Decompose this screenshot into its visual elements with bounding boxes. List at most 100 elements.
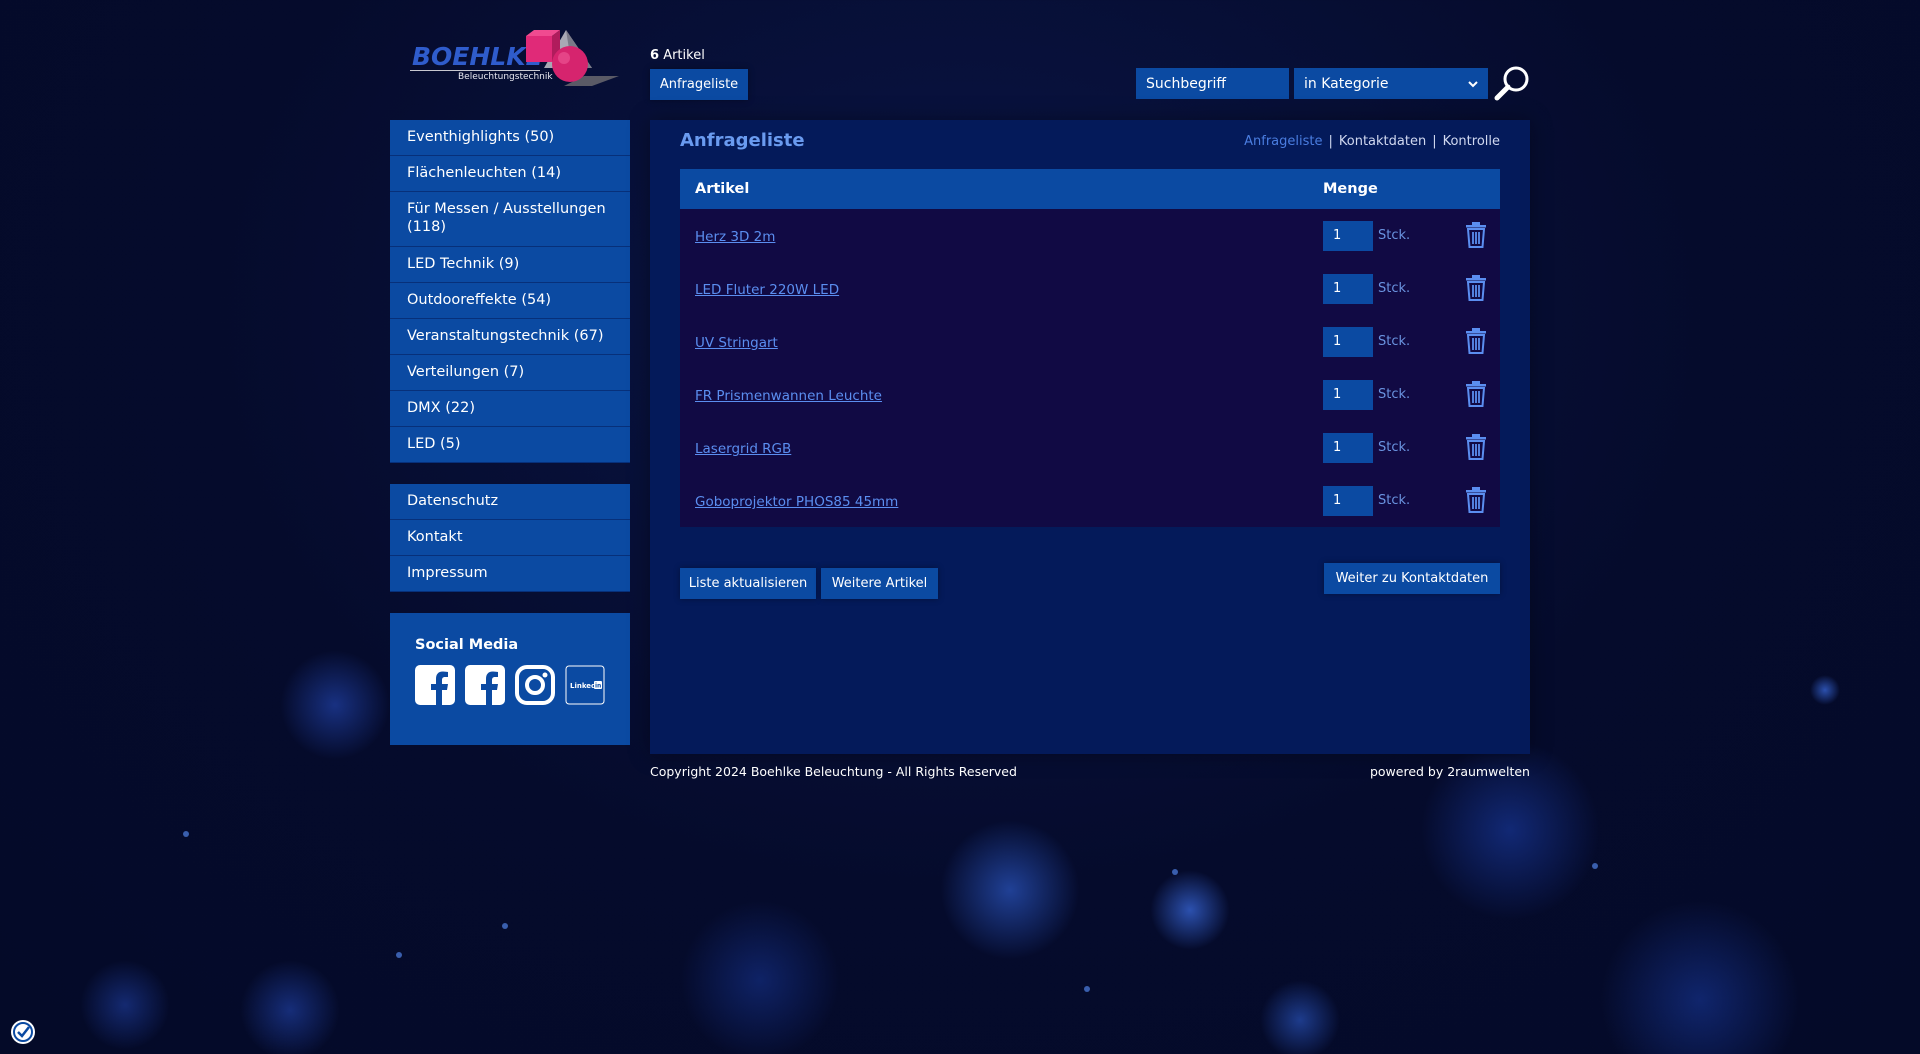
continue-to-contact-button[interactable]: Weiter zu Kontaktdaten <box>1324 563 1500 594</box>
table-row: Herz 3D 2m 1 Stck. <box>680 209 1500 262</box>
background-bokeh <box>1260 980 1340 1054</box>
article-link[interactable]: UV Stringart <box>695 335 778 351</box>
quantity-input[interactable]: 1 <box>1323 485 1373 516</box>
background-dot <box>1172 869 1178 875</box>
trash-icon[interactable] <box>1464 275 1488 301</box>
table-row: Goboprojektor PHOS85 45mm 1 Stck. <box>680 474 1500 527</box>
background-bokeh <box>1810 675 1840 705</box>
step-kontaktdaten[interactable]: Kontaktdaten <box>1339 134 1426 149</box>
step-kontrolle[interactable]: Kontrolle <box>1443 134 1500 149</box>
background-bokeh <box>940 820 1080 960</box>
trash-icon[interactable] <box>1464 381 1488 407</box>
category-select-value: in Kategorie <box>1304 75 1389 92</box>
unit-label: Stck. <box>1378 387 1411 402</box>
cart-count-number: 6 <box>650 48 660 63</box>
chevron-down-icon <box>1468 77 1478 91</box>
main-panel: Anfrageliste Anfrageliste | Kontaktdaten | K… <box>650 120 1530 754</box>
page-nav: Datenschutz Kontakt Impressum <box>390 484 630 592</box>
quantity-input[interactable]: 1 <box>1323 220 1373 251</box>
background-bokeh <box>240 960 340 1054</box>
unit-label: Stck. <box>1378 281 1411 296</box>
footer-copyright: Copyright 2024 Boehlke Beleuchtung - All… <box>650 764 1017 779</box>
sidebar-item-datenschutz[interactable]: Datenschutz <box>390 484 630 520</box>
article-link[interactable]: FR Prismenwannen Leuchte <box>695 388 882 404</box>
linkedin-icon-text: Linked <box>570 682 596 690</box>
instagram-icon[interactable] <box>515 665 555 705</box>
sidebar-item-flaechenleuchten[interactable]: Flächenleuchten (14) <box>390 156 630 192</box>
search-icon[interactable] <box>1494 64 1532 102</box>
quantity-input[interactable]: 1 <box>1323 379 1373 410</box>
anfrageliste-button[interactable]: Anfrageliste <box>650 69 748 100</box>
cookie-consent-icon[interactable] <box>10 1019 36 1045</box>
facebook-icon[interactable] <box>465 665 505 705</box>
background-bokeh <box>680 900 840 1054</box>
quantity-input[interactable]: 1 <box>1323 273 1373 304</box>
trash-icon[interactable] <box>1464 222 1488 248</box>
checkout-steps: Anfrageliste | Kontaktdaten | Kontrolle <box>1244 134 1500 149</box>
sidebar-item-led[interactable]: LED (5) <box>390 427 630 463</box>
footer-powered-by[interactable]: powered by 2raumwelten <box>1370 764 1530 779</box>
category-nav: Eventhighlights (50) Flächenleuchten (14… <box>390 120 630 463</box>
more-articles-button[interactable]: Weitere Artikel <box>821 568 938 599</box>
sidebar-item-eventhighlights[interactable]: Eventhighlights (50) <box>390 120 630 156</box>
background-dot <box>1084 986 1090 992</box>
table-header: Artikel Menge <box>680 169 1500 209</box>
table-body: Herz 3D 2m 1 Stck. LED Fluter 220W LED 1… <box>680 209 1500 527</box>
social-media-title: Social Media <box>415 637 519 653</box>
sidebar-item-messen-ausstellungen[interactable]: Für Messen / Ausstellungen (118) <box>390 192 630 247</box>
background-dot <box>396 952 402 958</box>
sidebar-item-led-technik[interactable]: LED Technik (9) <box>390 247 630 283</box>
article-link[interactable]: Goboprojektor PHOS85 45mm <box>695 494 898 510</box>
search-input[interactable]: Suchbegriff <box>1136 68 1289 99</box>
request-table: Artikel Menge Herz 3D 2m 1 Stck. LED Flu… <box>680 169 1500 527</box>
social-icons-row: Linked in <box>415 665 605 705</box>
step-anfrageliste[interactable]: Anfrageliste <box>1244 134 1322 149</box>
unit-label: Stck. <box>1378 228 1411 243</box>
table-row: LED Fluter 220W LED 1 Stck. <box>680 262 1500 315</box>
sidebar-item-veranstaltungstechnik[interactable]: Veranstaltungstechnik (67) <box>390 319 630 355</box>
sidebar-item-verteilungen[interactable]: Verteilungen (7) <box>390 355 630 391</box>
unit-label: Stck. <box>1378 440 1411 455</box>
cart-count: 6 Artikel <box>650 48 705 63</box>
sidebar-item-dmx[interactable]: DMX (22) <box>390 391 630 427</box>
facebook-icon[interactable] <box>415 665 455 705</box>
sidebar-item-outdooreffekte[interactable]: Outdooreffekte (54) <box>390 283 630 319</box>
page-title: Anfrageliste <box>680 130 805 151</box>
svg-text:in: in <box>595 683 601 690</box>
step-separator: | <box>1432 134 1437 149</box>
background-bokeh <box>1150 870 1230 950</box>
site-logo[interactable]: BOEHLKE Beleuchtungstechnik <box>410 28 625 90</box>
category-select[interactable]: in Kategorie <box>1294 68 1488 99</box>
logo-divider <box>410 70 540 71</box>
unit-label: Stck. <box>1378 334 1411 349</box>
sidebar-item-impressum[interactable]: Impressum <box>390 556 630 592</box>
article-link[interactable]: LED Fluter 220W LED <box>695 282 839 298</box>
background-dot <box>183 831 189 837</box>
column-header-quantity: Menge <box>1323 181 1378 197</box>
background-dot <box>502 923 508 929</box>
sidebar: Eventhighlights (50) Flächenleuchten (14… <box>390 120 630 745</box>
sidebar-item-kontakt[interactable]: Kontakt <box>390 520 630 556</box>
unit-label: Stck. <box>1378 493 1411 508</box>
table-row: FR Prismenwannen Leuchte 1 Stck. <box>680 368 1500 421</box>
table-row: Lasergrid RGB 1 Stck. <box>680 421 1500 474</box>
trash-icon[interactable] <box>1464 434 1488 460</box>
trash-icon[interactable] <box>1464 328 1488 354</box>
cart-count-label: Artikel <box>663 48 705 63</box>
linkedin-icon[interactable]: Linked in <box>565 665 605 705</box>
background-bokeh <box>80 960 170 1050</box>
article-link[interactable]: Lasergrid RGB <box>695 441 791 457</box>
social-media-box: Social Media Linked in <box>390 613 630 745</box>
table-row: UV Stringart 1 Stck. <box>680 315 1500 368</box>
article-link[interactable]: Herz 3D 2m <box>695 229 775 245</box>
update-list-button[interactable]: Liste aktualisieren <box>680 568 816 599</box>
step-separator: | <box>1328 134 1333 149</box>
trash-icon[interactable] <box>1464 487 1488 513</box>
background-bokeh <box>280 650 390 760</box>
background-bokeh <box>1600 900 1800 1054</box>
quantity-input[interactable]: 1 <box>1323 432 1373 463</box>
background-dot <box>1592 863 1598 869</box>
quantity-input[interactable]: 1 <box>1323 326 1373 357</box>
logo-shapes-icon <box>526 30 619 86</box>
column-header-article: Artikel <box>695 181 750 197</box>
